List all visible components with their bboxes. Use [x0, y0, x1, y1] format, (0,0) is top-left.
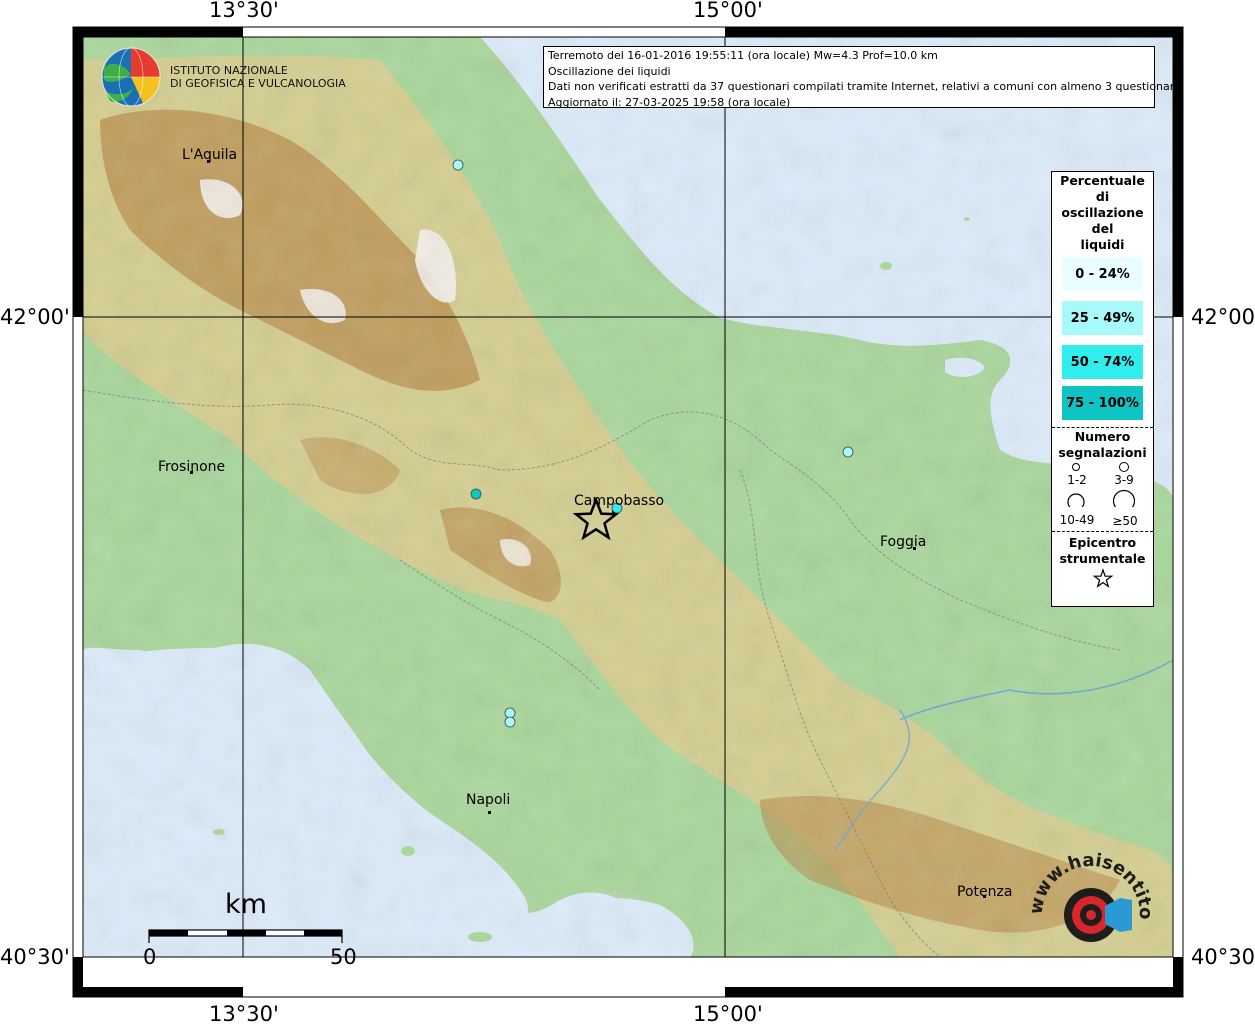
- legend-divider: [1052, 427, 1153, 428]
- institute-name: ISTITUTO NAZIONALE DI GEOFISICA E VULCAN…: [170, 64, 346, 90]
- legend-title-1: Percentuale: [1060, 173, 1145, 188]
- epicenter-title-2: strumentale: [1059, 551, 1146, 566]
- observation-marker[interactable]: [504, 716, 516, 728]
- lat-label-right-bottom: 40°30': [1191, 945, 1255, 969]
- update-date: Aggiornato il: 27-03-2025 19:58 (ora loc…: [548, 95, 791, 109]
- scale-unit: km: [225, 889, 267, 920]
- count-title-1: Numero: [1074, 429, 1131, 444]
- lon-label-top-right: 15°00': [693, 0, 763, 22]
- town-campobasso: Campobasso: [574, 493, 665, 509]
- town-foggia: Foggia: [880, 534, 927, 550]
- count-label-1-2: 1-2: [1067, 473, 1087, 487]
- legend-class-0-24: 0 - 24%: [1062, 257, 1143, 291]
- scale-min: 0: [143, 945, 157, 969]
- count-label-50-plus: ≥50: [1112, 514, 1138, 528]
- institute-line-2: DI GEOFISICA E VULCANOLOGIA: [170, 77, 346, 90]
- legend-title-2: di: [1095, 189, 1110, 204]
- lon-label-bottom-left: 13°30': [209, 1002, 279, 1026]
- legend-divider: [1052, 531, 1153, 532]
- event-info-box: Terremoto del 16-01-2016 19:55:11 (ora l…: [543, 46, 1181, 109]
- legend-title-3: oscillazione: [1061, 205, 1144, 220]
- event-title: Terremoto del 16-01-2016 19:55:11 (ora l…: [548, 49, 938, 62]
- legend-title-5: liquidi: [1080, 237, 1125, 252]
- lat-label-left-bottom: 40°30': [0, 945, 70, 969]
- town-marker-napoli: [488, 811, 491, 814]
- map-subject: Oscillazione dei liquidi: [548, 64, 671, 78]
- lat-label-left-top: 42°00': [0, 305, 70, 329]
- count-label-3-9: 3-9: [1114, 473, 1134, 487]
- institute-line-1: ISTITUTO NAZIONALE: [170, 64, 288, 77]
- data-note: Dati non verificati estratti da 37 quest…: [548, 80, 1181, 93]
- town-laquila: L'Aquila: [182, 147, 238, 163]
- epicenter-title-1: Epicentro: [1068, 535, 1137, 550]
- observation-marker[interactable]: [504, 707, 516, 719]
- count-label-10-49: 10-49: [1059, 513, 1095, 527]
- observation-marker[interactable]: [452, 159, 464, 171]
- lat-label-right-top: 42°00': [1191, 305, 1255, 329]
- epicenter-legend-star-icon: [1092, 568, 1114, 588]
- ingv-logo-icon: [101, 47, 161, 107]
- observation-marker[interactable]: [842, 446, 854, 458]
- town-napoli: Napoli: [466, 792, 511, 808]
- legend-class-50-74: 50 - 74%: [1062, 345, 1143, 379]
- town-potenza: Potenza: [957, 884, 1013, 900]
- lon-label-bottom-right: 15°00': [693, 1002, 763, 1026]
- legend-class-25-49: 25 - 49%: [1062, 301, 1143, 335]
- legend-class-75-100: 75 - 100%: [1062, 386, 1143, 420]
- scale-max: 50: [330, 945, 357, 969]
- legend-title-4: del: [1091, 221, 1114, 236]
- legend: Percentuale di oscillazione del liquidi …: [1051, 171, 1154, 607]
- lon-label-top-left: 13°30': [209, 0, 279, 22]
- observation-marker[interactable]: [470, 488, 482, 500]
- town-frosinone: Frosinone: [158, 459, 226, 475]
